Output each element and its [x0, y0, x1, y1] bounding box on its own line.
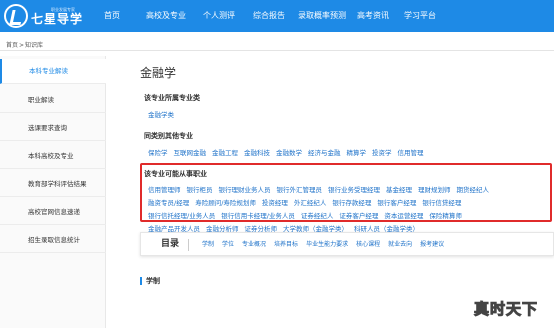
nav-exam-news[interactable]: 高考资讯 [357, 0, 389, 32]
tag-link[interactable]: 金融数学 [276, 147, 302, 157]
tag-link[interactable]: 保险精算师 [429, 210, 462, 220]
logo-name: 七星导学 [31, 11, 84, 26]
sidebar-item-admission-statistics[interactable]: 招生录取信息统计 [0, 228, 106, 253]
nav-admission-prediction[interactable]: 录取概率预测 [298, 0, 346, 32]
tag-link[interactable]: 证券客户经理 [339, 210, 378, 220]
sidebar: 本科专业解读 职业解读 选课要求查询 本科高校及专业 教育部学科评估结果 高校官… [0, 56, 106, 328]
directory-link-employment[interactable]: 就业去向 [388, 233, 412, 256]
directory-link-degree[interactable]: 学位 [222, 233, 234, 256]
tag-link[interactable]: 信用管理师 [148, 184, 181, 194]
nav-report[interactable]: 综合报告 [253, 0, 285, 32]
breadcrumb-home[interactable]: 首页 [6, 42, 18, 49]
section-label-careers: 该专业可能从事职业 [144, 170, 207, 178]
tag-link[interactable]: 保险学 [148, 147, 168, 157]
tag-link[interactable]: 外汇经纪人 [294, 197, 327, 207]
directory-link-application-advice[interactable]: 报考建议 [420, 233, 444, 256]
sidebar-item-career-interpretation[interactable]: 职业解读 [0, 88, 106, 113]
tag-link[interactable]: 银行柜员 [187, 184, 213, 194]
tag-link[interactable]: 基金经理 [386, 184, 412, 194]
tag-link[interactable]: 银行业务受理经理 [328, 184, 380, 194]
tag-link[interactable]: 期货经纪人 [457, 184, 490, 194]
watermark: 真时天下 [473, 300, 539, 319]
sidebar-item-major-interpretation[interactable]: 本科专业解读 [0, 59, 106, 84]
logo-mark-icon [4, 4, 28, 28]
tag-link[interactable]: 互联网金融 [174, 147, 207, 157]
sidebar-item-discipline-evaluation[interactable]: 教育部学科评估结果 [0, 172, 106, 197]
tag-link[interactable]: 银行信贷经理 [422, 197, 461, 207]
breadcrumb-knowledge-base[interactable]: 知识库 [25, 42, 43, 49]
directory-link-graduate-abilities[interactable]: 毕业生能力要求 [306, 233, 348, 256]
breadcrumb-separator: > [19, 42, 25, 49]
tag-link[interactable]: 金融科技 [244, 147, 270, 157]
nav-colleges[interactable]: 高校及专业 [146, 0, 186, 32]
career-tags-row: 信用管理师 银行柜员 银行理财业务人员 银行外汇管理员 银行业务受理经理 基金经理 理财规划… [148, 184, 495, 194]
directory-links: 学制 学位 专业概况 培养目标 毕业生能力要求 核心课程 就业去向 报考建议 [202, 233, 452, 256]
main-nav: 首页 高校及专业 个人测评 综合报告 录取概率预测 高考资讯 学习平台 [104, 0, 436, 32]
tag-link[interactable]: 证券经纪人 [301, 210, 334, 220]
site-logo[interactable]: 职业发展专家 七星导学 [4, 2, 83, 30]
directory-link-objectives[interactable]: 培养目标 [274, 233, 298, 256]
related-majors-tags: 保险学 互联网金融 金融工程 金融科技 金融数学 经济与金融 精算学 投资学 信用管理 [148, 147, 430, 157]
directory-link-core-courses[interactable]: 核心课程 [356, 233, 380, 256]
tag-link[interactable]: 资本运营经理 [384, 210, 423, 220]
section-label-major-category: 该专业所属专业类 [144, 94, 200, 102]
tag-link[interactable]: 投资经理 [262, 197, 288, 207]
divider [188, 239, 189, 251]
divider [0, 50, 554, 51]
sidebar-item-course-requirements[interactable]: 选课要求查询 [0, 116, 106, 141]
tag-link[interactable]: 银行外汇管理员 [277, 184, 323, 194]
logo-slogan: 职业发展专家 [51, 6, 75, 12]
tag-link[interactable]: 银行信托经理/业务人员 [148, 210, 215, 220]
tag-link[interactable]: 银行信用卡经理/业务人员 [221, 210, 295, 220]
tag-link[interactable]: 投资学 [372, 147, 392, 157]
nav-assessment[interactable]: 个人测评 [203, 0, 235, 32]
section-marker [140, 277, 142, 285]
section-label-related-majors: 同类别其他专业 [144, 132, 193, 140]
breadcrumb: 首页>知识库 [6, 40, 43, 49]
directory-title: 目录 [161, 239, 180, 249]
major-category-tags: 金融学类 [148, 109, 180, 119]
directory-bar: 目录 学制 学位 专业概况 培养目标 毕业生能力要求 核心课程 就业去向 报考建议 [140, 232, 554, 256]
tag-link[interactable]: 银行客户经理 [377, 197, 416, 207]
tag-link[interactable]: 融资专员/经理 [148, 197, 189, 207]
career-tags-row: 融资专员/经理 寿险顾问/寿险规划师 投资经理 外汇经纪人 银行存款经理 银行客户经理 银行… [148, 197, 467, 207]
tag-link[interactable]: 金融工程 [212, 147, 238, 157]
sidebar-item-colleges-and-majors[interactable]: 本科高校及专业 [0, 144, 106, 169]
tag-link[interactable]: 寿险顾问/寿险规划师 [195, 197, 256, 207]
tag-link[interactable]: 经济与金融 [308, 147, 341, 157]
top-nav-bar: 职业发展专家 七星导学 首页 高校及专业 个人测评 综合报告 录取概率预测 高考… [0, 0, 554, 32]
section-heading-duration: 学制 [146, 277, 160, 285]
nav-learning-platform[interactable]: 学习平台 [404, 0, 436, 32]
sidebar-item-official-site-news[interactable]: 高校官网信息速递 [0, 200, 106, 225]
career-tags-row: 银行信托经理/业务人员 银行信用卡经理/业务人员 证券经纪人 证券客户经理 资本运营经理… [148, 210, 468, 220]
tag-link[interactable]: 信用管理 [398, 147, 424, 157]
directory-link-overview[interactable]: 专业概况 [242, 233, 266, 256]
tag-link[interactable]: 银行存款经理 [332, 197, 371, 207]
tag-link[interactable]: 精算学 [347, 147, 367, 157]
nav-home[interactable]: 首页 [104, 0, 120, 32]
tag-link[interactable]: 银行理财业务人员 [219, 184, 271, 194]
page-title: 金融学 [140, 66, 177, 80]
tag-link[interactable]: 金融学类 [148, 109, 174, 119]
tag-link[interactable]: 理财规划师 [418, 184, 451, 194]
directory-link-duration[interactable]: 学制 [202, 233, 214, 256]
